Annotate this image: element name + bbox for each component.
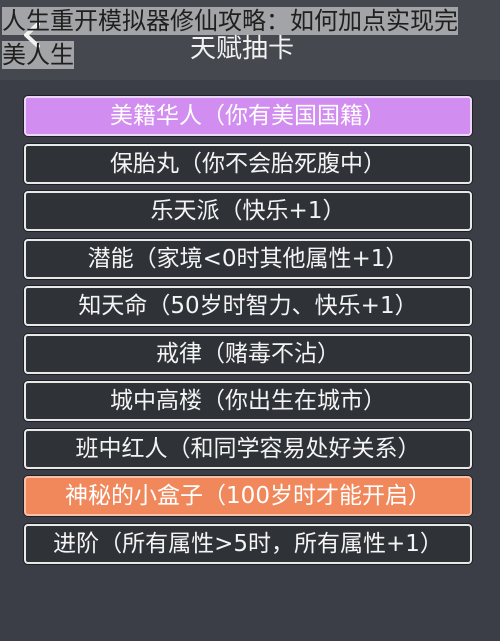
talent-item-5[interactable]: 知天命（50岁时智力、快乐+1） [24, 286, 472, 326]
talent-item-2[interactable]: 保胎丸（你不会胎死腹中） [24, 143, 472, 184]
talent-item-9[interactable]: 神秘的小盒子（100岁时才能开启） [24, 476, 472, 516]
talent-item-8[interactable]: 班中红人（和同学容易处好关系） [24, 428, 472, 469]
talent-item-1[interactable]: 美籍华人（你有美国国籍） [24, 96, 472, 136]
talent-item-3[interactable]: 乐天派（快乐+1） [24, 191, 472, 231]
talent-list: 美籍华人（你有美国国籍） 保胎丸（你不会胎死腹中） 乐天派（快乐+1） 潜能（家… [24, 96, 472, 571]
talent-item-10[interactable]: 进阶（所有属性>5时，所有属性+1） [24, 523, 472, 564]
article-title-line2: 美人生 [2, 41, 74, 69]
talent-item-4[interactable]: 潜能（家境<0时其他属性+1） [24, 238, 472, 279]
article-title-overlay: 人生重开模拟器修仙攻略：如何加点实现完 美人生 [2, 4, 498, 72]
talent-item-7[interactable]: 城中高楼（你出生在城市） [24, 381, 472, 421]
article-title-line1: 人生重开模拟器修仙攻略：如何加点实现完 [2, 7, 458, 35]
talent-item-6[interactable]: 戒律（赌毒不沾） [24, 333, 472, 374]
